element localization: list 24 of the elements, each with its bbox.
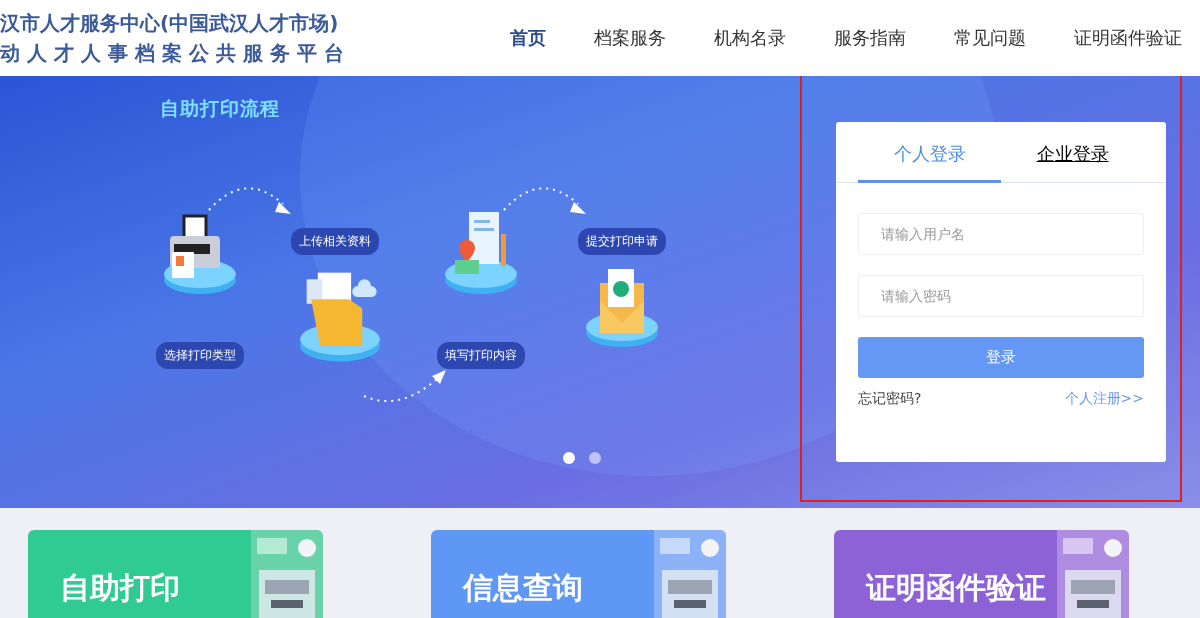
nav-link[interactable]: 首页	[510, 26, 546, 50]
site-title: 汉市人才服务中心(中国武汉人才市场)	[0, 10, 340, 36]
login-tab[interactable]: 个人登录	[858, 122, 1001, 183]
carousel-dot[interactable]	[563, 452, 575, 464]
nav-link[interactable]: 档案服务	[594, 26, 666, 50]
site-title: 动人才人事档案公共服务平台	[0, 40, 351, 66]
step-label: 上传相关资料	[291, 228, 379, 255]
nav-link[interactable]: 证明函件验证	[1074, 26, 1182, 50]
carousel-dot[interactable]	[589, 452, 601, 464]
card-title: 证明函件验证	[866, 569, 1046, 607]
feature-card[interactable]: 证明函件验证	[834, 530, 1129, 618]
nav-link[interactable]: 服务指南	[834, 26, 906, 50]
nav-link[interactable]: 机构名录	[714, 26, 786, 50]
login-tab[interactable]: 企业登录	[1001, 122, 1144, 183]
step-label: 提交打印申请	[578, 228, 666, 255]
card-title: 信息查询	[463, 569, 583, 607]
card-title: 自助打印	[60, 569, 180, 607]
step-label: 选择打印类型	[156, 342, 244, 369]
banner-title: 自助打印流程	[160, 96, 280, 121]
input-field[interactable]: 请输入用户名	[858, 213, 1144, 255]
step-label: 填写打印内容	[437, 342, 525, 369]
forgot-password-link[interactable]: 忘记密码?	[858, 390, 922, 408]
nav-link[interactable]: 常见问题	[954, 26, 1026, 50]
input-field[interactable]: 请输入密码	[858, 275, 1144, 317]
